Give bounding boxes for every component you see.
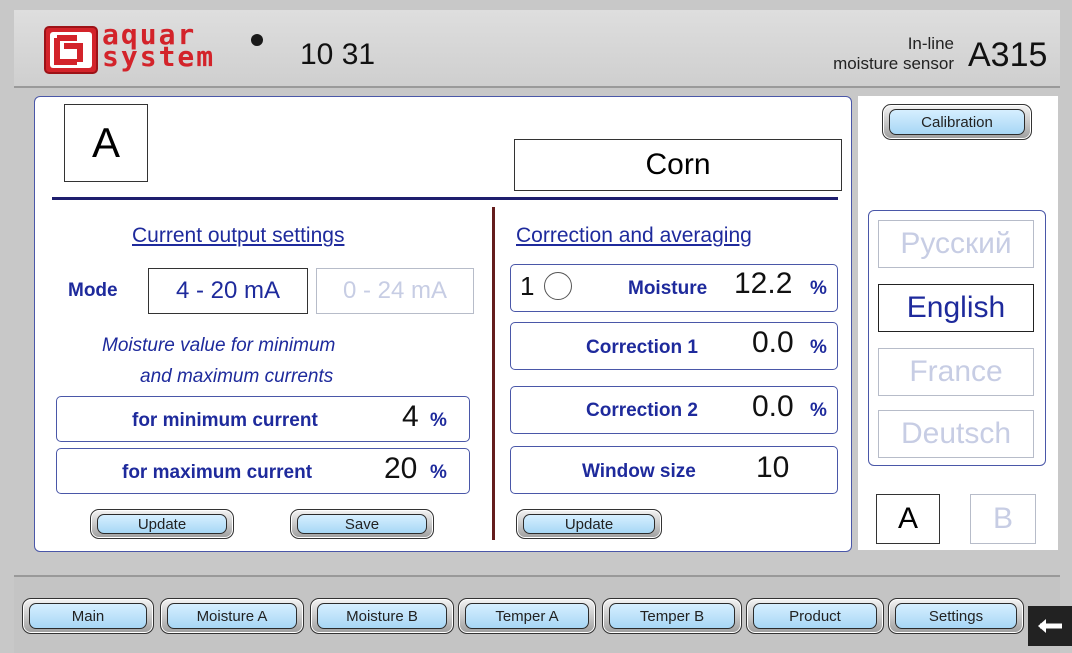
update-correction-button[interactable]: Update [516,509,662,539]
correction-title: Correction and averaging [516,224,752,247]
brand-line-2: system [102,40,216,73]
moisture-index: 1 [520,271,535,301]
nav-product[interactable]: Product [746,598,884,634]
mode-label: Mode [68,280,118,301]
back-arrow-icon [1038,619,1062,633]
sensor-type-label: In-line moisture sensor [814,34,954,74]
moisture-unit: % [810,278,827,299]
product-name: Corn [514,139,842,191]
channel-a-button[interactable]: A [876,494,940,544]
nav-product-label: Product [753,603,877,629]
update-correction-label: Update [523,514,655,534]
description-line2: and maximum currents [140,366,334,387]
mode-option-0-24[interactable]: 0 - 24 mA [316,268,474,314]
nav-temper-b-label: Temper B [609,603,735,629]
nav-temper-a-label: Temper A [465,603,589,629]
window-size-label: Window size [582,461,696,482]
nav-moisture-a-label: Moisture A [167,603,297,629]
nav-main-label: Main [29,603,147,629]
moisture-range-description: Moisture value for minimum and maximum c… [92,330,412,392]
calibration-button[interactable]: Calibration [882,104,1032,140]
clock-time: 10 31 [300,38,376,71]
min-current-value: 4 [402,400,419,433]
description-line1: Moisture value for minimum [102,335,336,356]
brand-dot [251,34,263,46]
sensor-label-line2: moisture sensor [833,54,954,73]
save-label: Save [297,514,427,534]
update-current-label: Update [97,514,227,534]
correction1-unit: % [810,337,827,358]
nav-temper-a[interactable]: Temper A [458,598,596,634]
correction2-unit: % [810,400,827,421]
nav-moisture-b-label: Moisture B [317,603,447,629]
channel-indicator: A [64,104,148,182]
language-france[interactable]: France [878,348,1034,396]
nav-moisture-a[interactable]: Moisture A [160,598,304,634]
language-deutsch[interactable]: Deutsch [878,410,1034,458]
sensor-label-line1: In-line [907,34,954,53]
language-english[interactable]: English [878,284,1034,332]
channel-b-button[interactable]: B [970,494,1036,544]
nav-temper-b[interactable]: Temper B [602,598,742,634]
current-output-title: Current output settings [132,224,345,247]
mode-option-4-20[interactable]: 4 - 20 mA [148,268,308,314]
correction2-label: Correction 2 [586,400,698,421]
model-number: A315 [968,36,1048,74]
window-size-value: 10 [756,451,790,484]
moisture-value: 12.2 [734,267,793,300]
calibration-label: Calibration [889,109,1025,135]
max-current-value: 20 [384,452,418,485]
save-button[interactable]: Save [290,509,434,539]
max-current-label: for maximum current [122,462,313,483]
header-divider [52,197,838,200]
min-current-unit: % [430,410,447,431]
moisture-label: Moisture [628,278,708,299]
header-bar: aquar system 10 31 In-line moisture sens… [14,10,1060,88]
max-current-unit: % [430,462,447,483]
correction1-value: 0.0 [752,326,794,359]
language-russian[interactable]: Русский [878,220,1034,268]
status-indicator-icon [544,272,572,300]
correction2-value: 0.0 [752,390,794,423]
update-current-button[interactable]: Update [90,509,234,539]
back-button[interactable] [1028,606,1072,646]
nav-moisture-b[interactable]: Moisture B [310,598,454,634]
correction1-label: Correction 1 [586,337,698,358]
nav-main[interactable]: Main [22,598,154,634]
min-current-label: for minimum current [132,410,318,431]
nav-settings[interactable]: Settings [888,598,1024,634]
nav-settings-label: Settings [895,603,1017,629]
column-divider [492,207,495,540]
brand-wordmark: aquar system [102,21,216,73]
logo-icon [44,26,98,74]
